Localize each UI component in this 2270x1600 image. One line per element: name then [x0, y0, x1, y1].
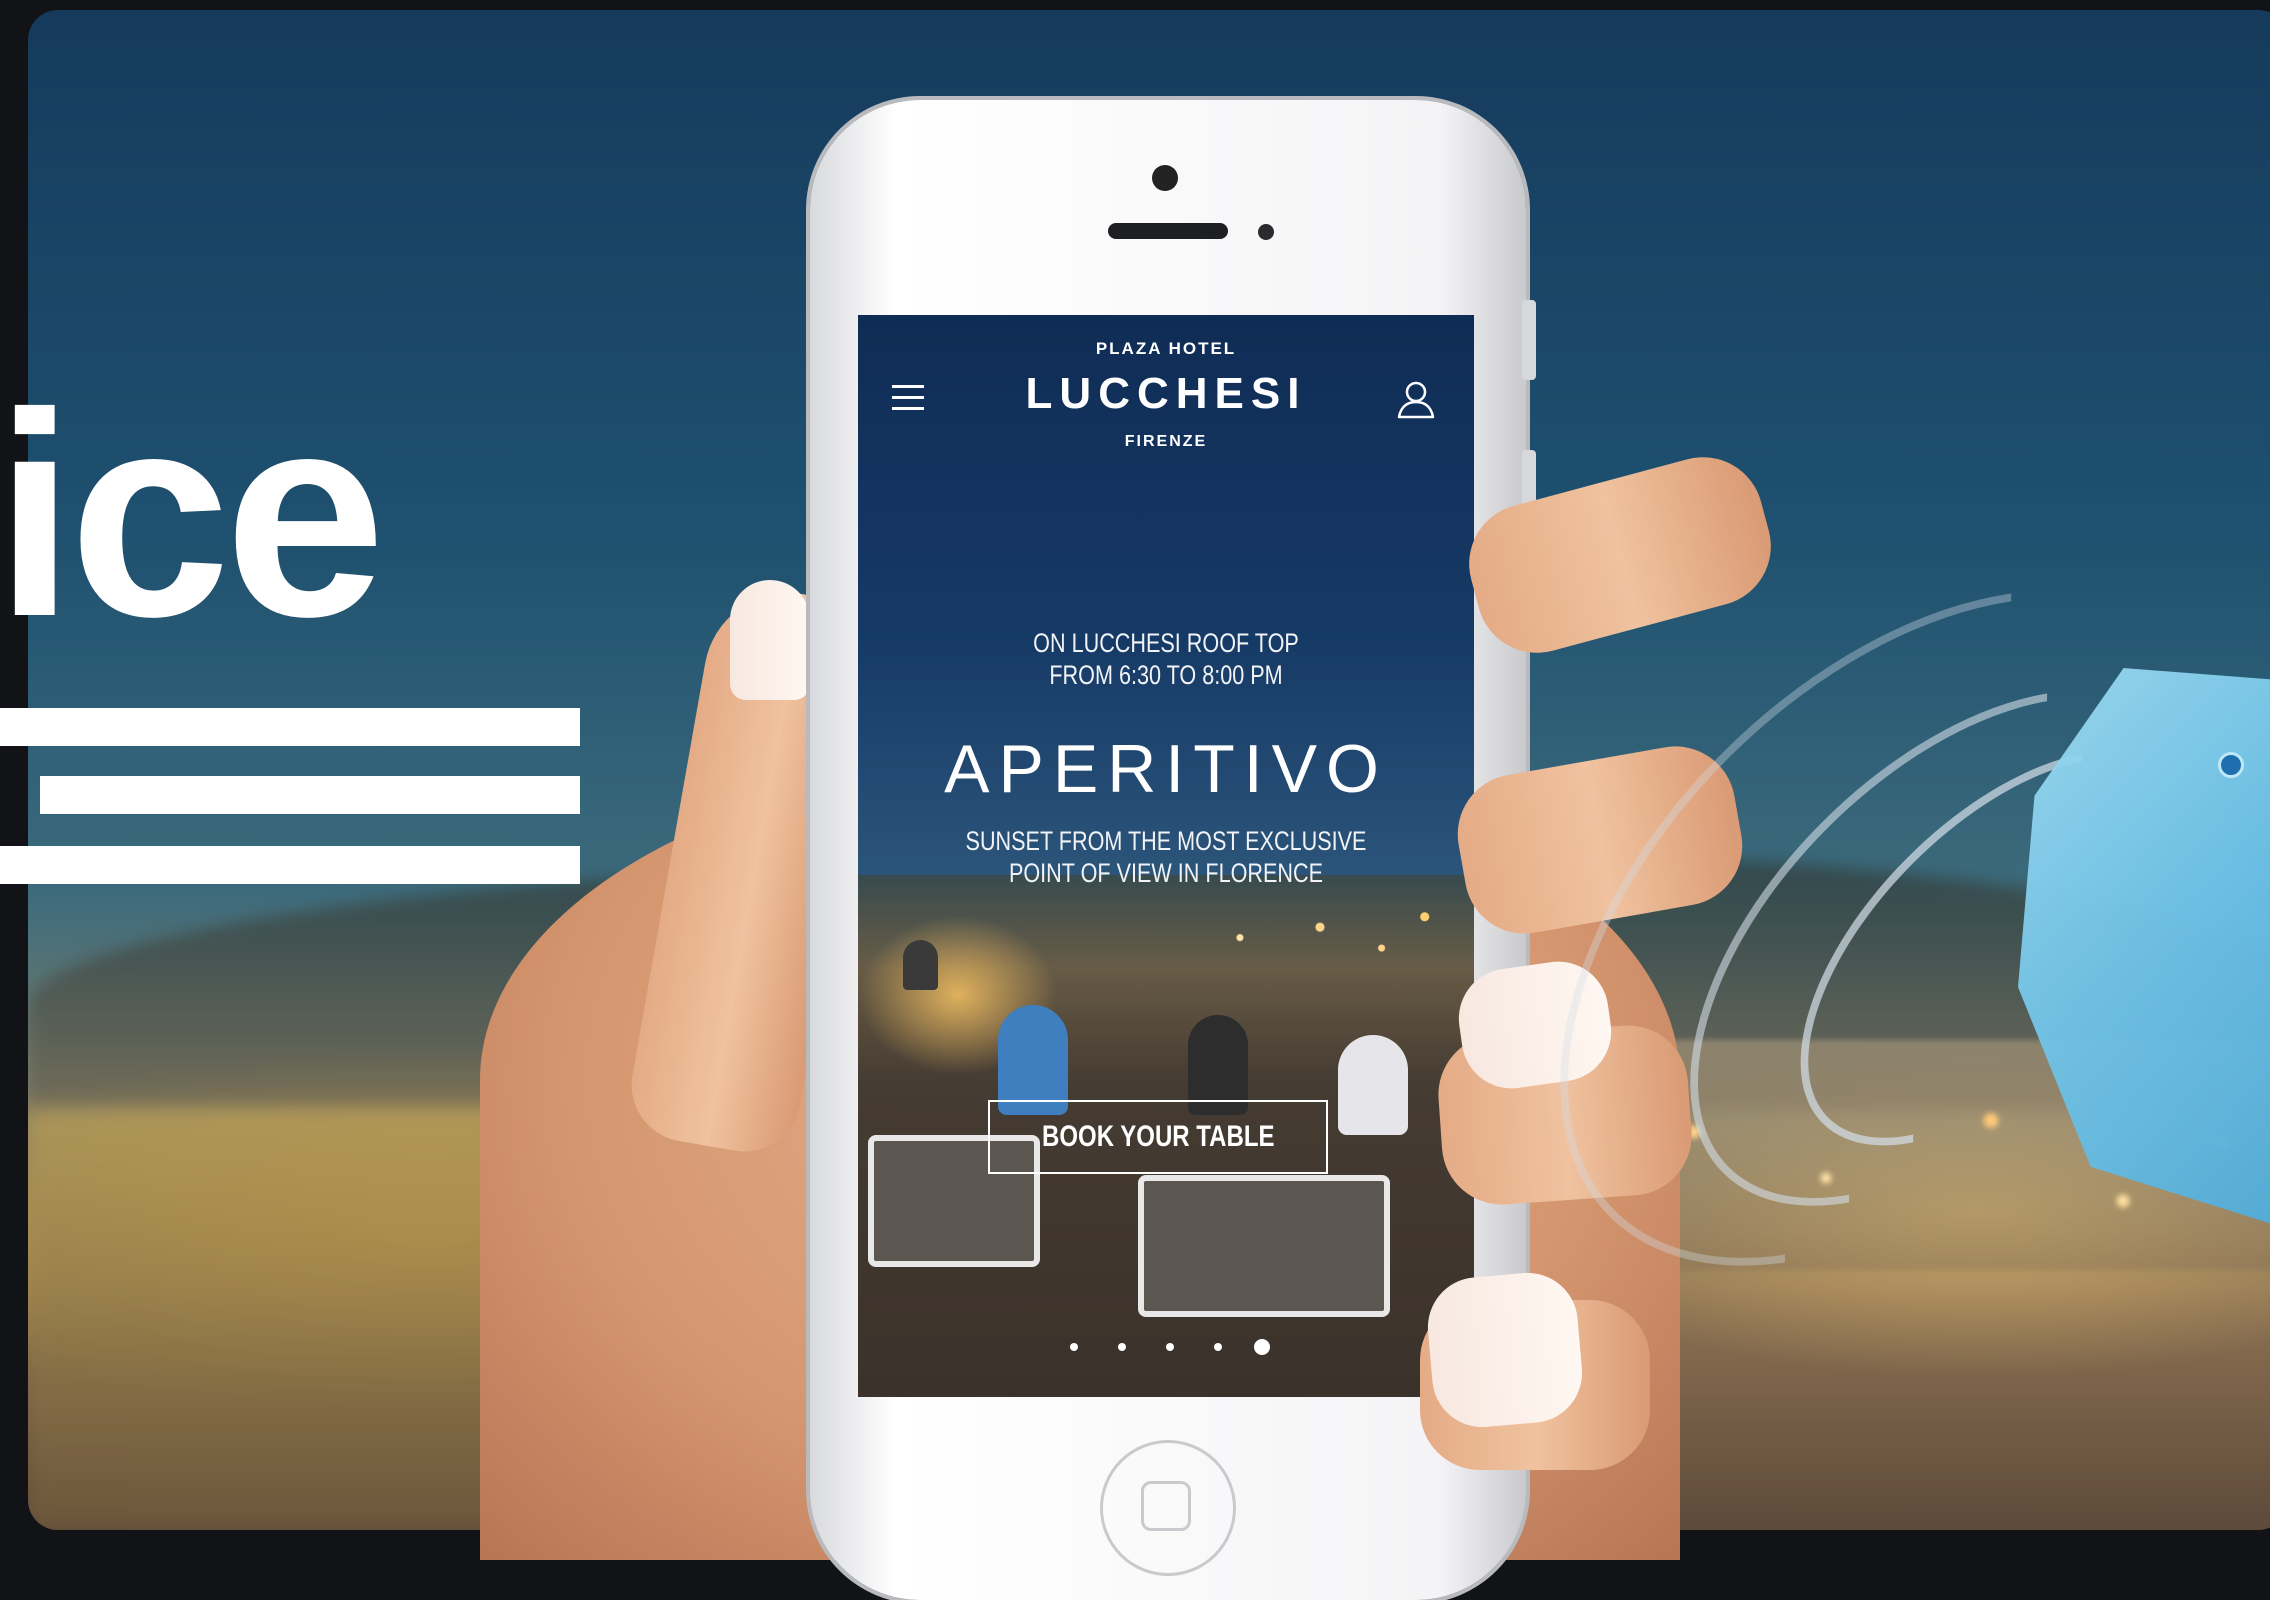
carousel-dot[interactable] [1070, 1343, 1078, 1351]
book-table-button[interactable]: BOOK YOUR TABLE [988, 1100, 1328, 1174]
app-header: PLAZA HOTEL LUCCHESI FIRENZE [858, 315, 1474, 465]
earpiece-speaker [1108, 223, 1228, 239]
event-time: FROM 6:30 TO 8:00 PM [1049, 660, 1283, 690]
user-icon[interactable] [1394, 377, 1438, 421]
event-headline: APERITIVO [944, 731, 1388, 807]
event-description-line: POINT OF VIEW IN FLORENCE [1008, 858, 1324, 888]
event-location-time: ON LUCCHESI ROOF TOP FROM 6:30 TO 8:00 P… [920, 627, 1413, 691]
event-description-line: SUNSET FROM THE MOST EXCLUSIVE [965, 826, 1367, 856]
thumb-nail [730, 580, 810, 700]
carousel-dot[interactable] [1166, 1343, 1174, 1351]
home-button-icon [1141, 1481, 1191, 1531]
beacon-led-icon [2218, 752, 2244, 778]
front-camera [1152, 165, 1178, 191]
carousel-dot-active[interactable] [1254, 1339, 1270, 1355]
event-description: SUNSET FROM THE MOST EXCLUSIVE POINT OF … [920, 825, 1413, 889]
brand-logo[interactable]: LUCCHESI [858, 369, 1474, 419]
brand-city: FIRENZE [1124, 433, 1208, 450]
finger-nail [1423, 1268, 1587, 1432]
phone-screen: PLAZA HOTEL LUCCHESI FIRENZE ON LUCCHESI… [858, 315, 1474, 1397]
proximity-sensor [1258, 224, 1274, 240]
carousel-dot[interactable] [1118, 1343, 1126, 1351]
phone-side-button [1522, 300, 1536, 380]
hero-title: lice [0, 353, 386, 677]
guest-figure [998, 1005, 1068, 1115]
book-table-label: BOOK YOUR TABLE [1041, 1120, 1275, 1153]
event-location: ON LUCCHESI ROOF TOP [1033, 628, 1299, 658]
terrace-sofa [1138, 1175, 1390, 1317]
guest-figure [1338, 1035, 1408, 1135]
brand-subtitle: PLAZA HOTEL [1095, 339, 1237, 358]
guest-figure [903, 940, 938, 990]
carousel-pagination [858, 1335, 1474, 1359]
carousel-dot[interactable] [1214, 1343, 1222, 1351]
hero-menu-icon [0, 708, 580, 884]
